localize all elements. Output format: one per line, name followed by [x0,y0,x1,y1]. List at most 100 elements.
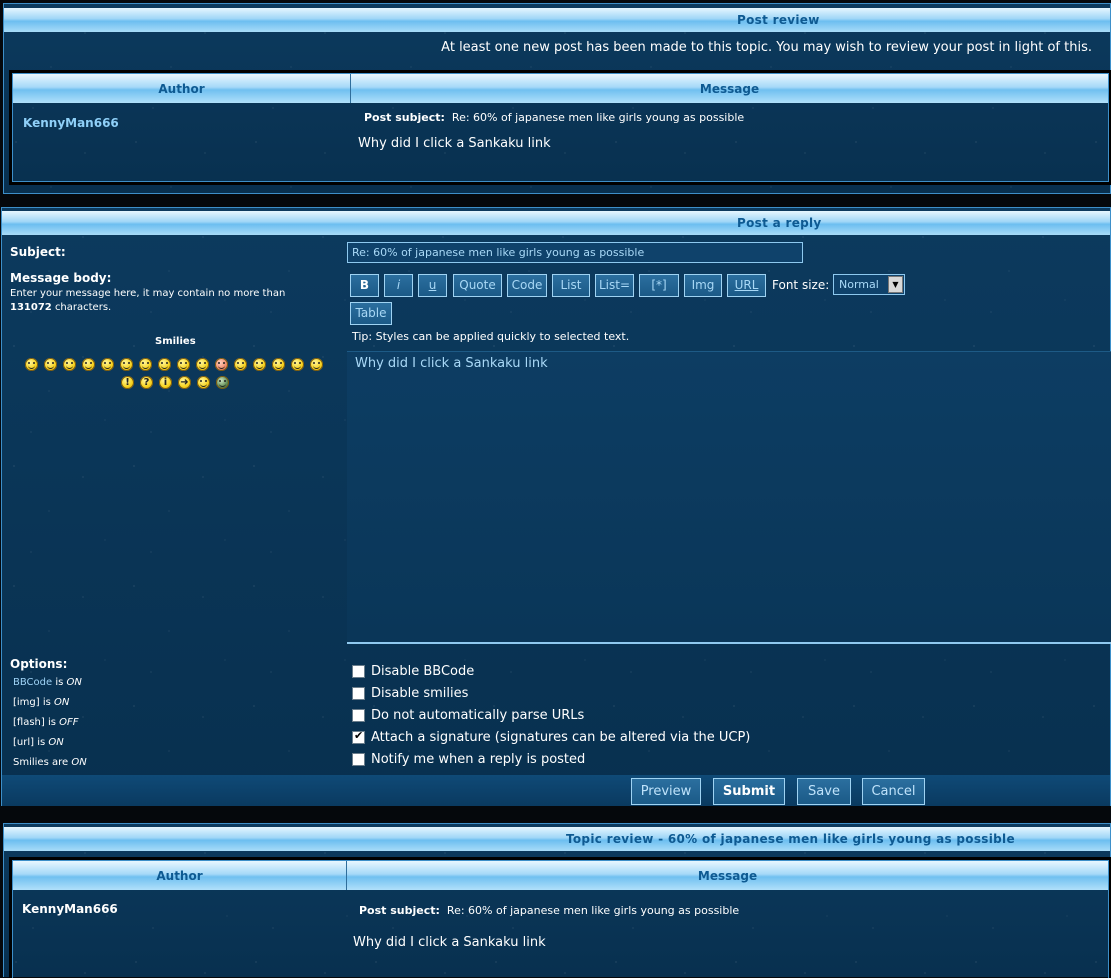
smiley-exclamation-icon[interactable]: ! [121,376,134,389]
hint-text-2: characters. [54,302,112,313]
bold-button[interactable]: B [350,274,379,297]
topic-review-panel: Topic review - 60% of japanese men like … [3,823,1111,978]
smiley-laughing-icon[interactable] [158,358,171,371]
notify-reply-label: Notify me when a reply is posted [371,752,586,767]
bbcode-state: ON [66,677,82,688]
smiley-shocked-icon[interactable] [101,358,114,371]
bbcode-toolbar: B i u Quote Code List List= [*] Img URL … [348,273,968,333]
smiley-smile-icon[interactable] [44,358,57,371]
italic-button[interactable]: i [384,274,413,297]
smilies-box: ! ? i ➜ [22,356,332,396]
no-parse-urls-label: Do not automatically parse URLs [371,708,585,723]
message-column-header: Message [351,74,1108,103]
preview-button[interactable]: Preview [631,778,701,805]
font-size-value: Normal [839,278,879,291]
post-subject-value: Re: 60% of japanese men like girls young… [451,111,745,124]
post-review-inner: Author Message KennyMan666 Post subject:… [12,73,1109,182]
ordered-list-button[interactable]: List= [595,274,634,297]
smiley-idea-icon[interactable]: i [159,376,172,389]
hint-limit: 131072 [10,302,52,313]
smiley-question-icon[interactable]: ? [140,376,153,389]
topic-post-subject-label: Post subject: [359,904,440,917]
no-parse-urls-checkbox[interactable] [352,709,365,722]
save-button[interactable]: Save [797,778,851,805]
submit-button[interactable]: Submit [713,778,785,805]
attach-signature-label: Attach a signature (signatures can be al… [371,730,751,745]
topic-author-column-header: Author [13,861,347,890]
smiley-embarrassed-icon[interactable] [215,358,228,371]
post-review-table: Author Message KennyMan666 Post subject:… [9,70,1111,185]
post-review-panel: Post review At least one new post has be… [3,3,1111,194]
dropdown-arrow-icon: ▼ [888,276,903,293]
post-reply-title: Post a reply [737,216,822,230]
smiley-green-icon[interactable] [216,376,229,389]
option-notify-reply[interactable]: Notify me when a reply is posted [351,752,951,770]
table-button[interactable]: Table [350,302,392,325]
attach-signature-checkbox[interactable] [352,729,365,744]
topic-review-inner: Author Message KennyMan666 Post subject:… [12,860,1109,978]
smiley-twisted-evil-icon[interactable] [272,358,285,371]
topic-post-author[interactable]: KennyMan666 [22,902,118,916]
quote-button[interactable]: Quote [453,274,502,297]
smiley-evil-icon[interactable] [253,358,266,371]
status-img: [img] is ON [13,697,69,708]
url-button[interactable]: URL [727,274,766,297]
form-footer: Preview Submit Save Cancel [2,775,1110,806]
author-column-header: Author [13,74,351,103]
smiley-razz-icon[interactable] [196,358,209,371]
smiley-very-happy-icon[interactable] [25,358,38,371]
font-size-select[interactable]: Normal ▼ [833,274,905,295]
smilies-status-label: Smilies are [13,757,69,768]
underline-button[interactable]: u [418,274,447,297]
bbcode-is: is [55,677,64,688]
smilies-status-state: ON [71,757,87,768]
disable-smilies-checkbox[interactable] [352,687,365,700]
img-status-state: ON [54,697,70,708]
option-no-parse-urls[interactable]: Do not automatically parse URLs [351,708,951,726]
smiley-neutral-icon[interactable] [197,376,210,389]
img-button[interactable]: Img [684,274,722,297]
font-size-label: Font size: [772,278,830,292]
option-disable-smilies[interactable]: Disable smilies [351,686,951,704]
smiley-rolling-eyes-icon[interactable] [291,358,304,371]
status-flash: [flash] is OFF [13,717,79,728]
status-bbcode: BBCode is ON [13,677,82,688]
smiley-surprised-icon[interactable] [82,358,95,371]
code-button[interactable]: Code [507,274,547,297]
disable-bbcode-checkbox[interactable] [352,665,365,678]
post-subject-label: Post subject: [364,111,445,124]
list-item-button[interactable]: [*] [639,274,679,297]
notify-reply-checkbox[interactable] [352,753,365,766]
post-reply-panel: Post a reply Subject: Message body: Ente… [1,207,1111,806]
new-post-notice: At least one new post has been made to t… [441,40,1092,55]
cancel-button[interactable]: Cancel [862,778,925,805]
smiley-arrow-icon[interactable]: ➜ [178,376,191,389]
smiley-confused-icon[interactable] [120,358,133,371]
message-text: Why did I click a Sankaku link [355,356,548,371]
message-textarea[interactable]: Why did I click a Sankaku link [347,351,1111,644]
message-body-label: Message body: [10,271,112,285]
subject-label: Subject: [10,245,66,259]
smiley-wink-icon[interactable] [310,358,323,371]
topic-review-title: Topic review - 60% of japanese men like … [566,832,1015,846]
list-button[interactable]: List [552,274,590,297]
option-disable-bbcode[interactable]: Disable BBCode [351,664,951,682]
smiley-mad-icon[interactable] [177,358,190,371]
topic-post-subject-value: Re: 60% of japanese men like girls young… [446,904,740,917]
style-tip: Tip: Styles can be applied quickly to se… [352,330,630,343]
status-smilies: Smilies are ON [13,757,87,768]
disable-smilies-label: Disable smilies [371,686,469,701]
smiley-crying-icon[interactable] [234,358,247,371]
bbcode-link[interactable]: BBCode [13,677,52,688]
smiley-sad-icon[interactable] [63,358,76,371]
flash-status-label: [flash] is [13,717,56,728]
message-body-hint: Enter your message here, it may contain … [10,287,340,315]
url-status-state: ON [48,737,64,748]
post-author[interactable]: KennyMan666 [23,116,119,130]
smiley-cool-icon[interactable] [139,358,152,371]
option-attach-signature[interactable]: Attach a signature (signatures can be al… [351,729,951,748]
post-review-title: Post review [737,13,820,27]
subject-input[interactable] [347,242,803,263]
disable-bbcode-label: Disable BBCode [371,664,475,679]
post-subject-row: Post subject: Re: 60% of japanese men li… [364,111,744,124]
